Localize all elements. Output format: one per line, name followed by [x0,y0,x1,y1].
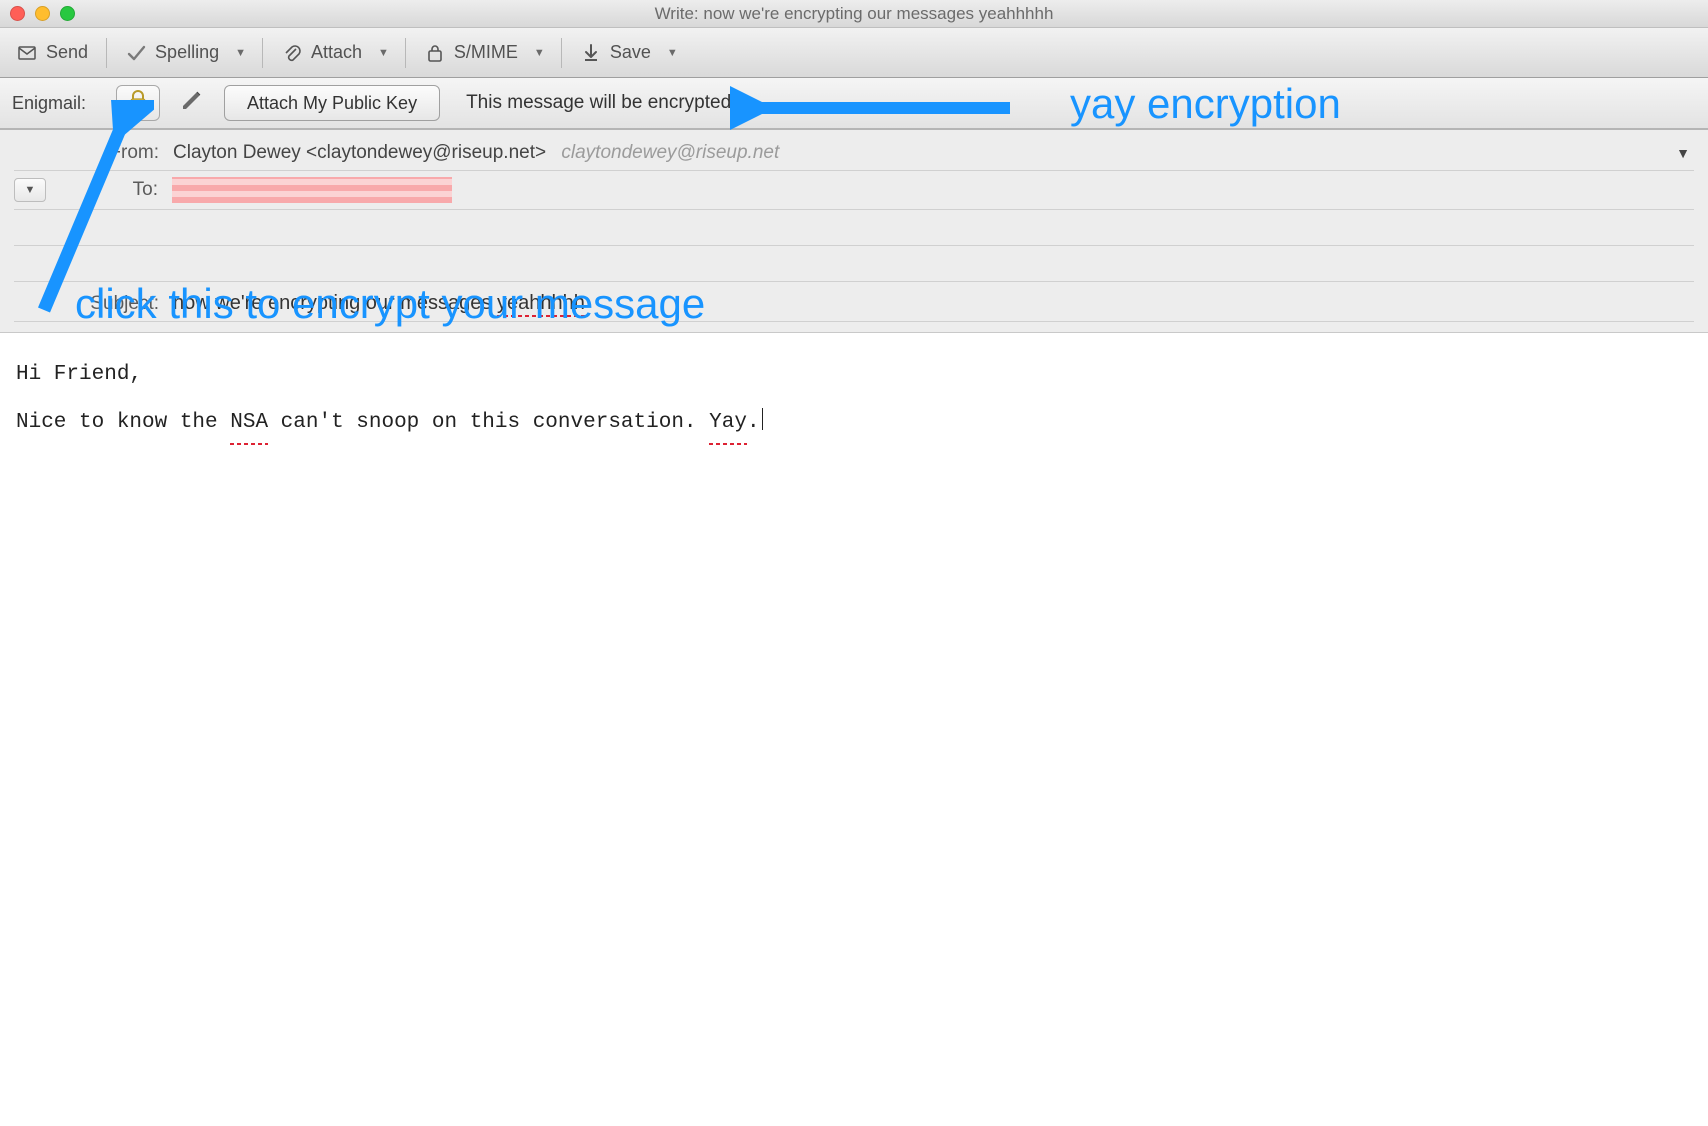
spelling-label: Spelling [155,42,219,63]
smime-dropdown[interactable]: ▼ [530,47,549,59]
separator [561,38,562,68]
subject-misspelled-word: yeahhhhh [497,292,585,315]
subject-label: Subject: [14,293,159,315]
attach-label: Attach [311,42,362,63]
separator [405,38,406,68]
separator [106,38,107,68]
message-body[interactable]: Hi Friend, Nice to know the NSA can't sn… [0,333,1708,465]
recipient-type-dropdown[interactable]: ▼ [14,178,46,202]
main-toolbar: Send Spelling ▼ Attach ▼ S/MIME ▼ Save ▼ [0,28,1708,78]
to-row: ▼ To: [14,170,1694,209]
to-field[interactable] [172,177,1694,203]
subject-underline [14,321,1694,322]
extra-recipient-row[interactable] [14,209,1694,245]
encryption-status-text: This message will be encrypted [466,92,731,114]
attach-public-key-button[interactable]: Attach My Public Key [224,85,440,121]
lock-icon [424,42,446,64]
send-label: Send [46,42,88,63]
subject-field[interactable]: now we're encrypting our messages yeahhh… [173,292,1694,315]
save-label: Save [610,42,651,63]
spelling-button[interactable]: Spelling [119,38,225,68]
misspelled-word: NSA [230,403,268,443]
zoom-window-button[interactable] [60,6,75,21]
minimize-window-button[interactable] [35,6,50,21]
body-line: Hi Friend, [16,355,1692,395]
send-button[interactable]: Send [10,38,94,68]
smime-button[interactable]: S/MIME [418,38,524,68]
to-label: To: [60,179,158,201]
extra-recipient-row[interactable] [14,245,1694,281]
misspelled-word: Yay [709,403,747,443]
from-label: From: [14,142,159,164]
close-window-button[interactable] [10,6,25,21]
redacted-recipient [172,177,452,203]
send-icon [16,42,38,64]
headers-panel: From: Clayton Dewey <claytondewey@riseup… [0,130,1708,333]
from-identity: Clayton Dewey <claytondewey@riseup.net> [173,142,546,163]
attach-public-key-label: Attach My Public Key [247,93,417,114]
separator [262,38,263,68]
save-icon [580,42,602,64]
enigmail-toolbar: Enigmail: ! Attach My Public Key This me… [0,78,1708,130]
from-dropdown[interactable]: ▼ [1676,145,1694,161]
window-title: Write: now we're encrypting our messages… [0,4,1708,24]
window-controls [10,6,75,21]
body-line: Nice to know the NSA can't snoop on this… [16,403,1692,443]
titlebar: Write: now we're encrypting our messages… [0,0,1708,28]
subject-text: now we're encrypting our messages [173,292,497,314]
svg-text:!: ! [144,104,147,113]
text-cursor [762,408,763,430]
from-row: From: Clayton Dewey <claytondewey@riseup… [14,136,1694,170]
enigmail-label: Enigmail: [12,93,102,114]
save-dropdown[interactable]: ▼ [663,47,682,59]
subject-row: Subject: now we're encrypting our messag… [14,281,1694,317]
paperclip-icon [281,42,303,64]
attach-button[interactable]: Attach [275,38,368,68]
from-address-ghost: claytondewey@riseup.net [561,142,779,163]
sign-toggle-button[interactable] [174,88,210,118]
spelling-dropdown[interactable]: ▼ [231,47,250,59]
encrypt-toggle-button[interactable]: ! [116,85,160,121]
padlock-icon: ! [125,88,151,119]
attach-dropdown[interactable]: ▼ [374,47,393,59]
smime-label: S/MIME [454,42,518,63]
check-icon [125,42,147,64]
save-button[interactable]: Save [574,38,657,68]
from-value[interactable]: Clayton Dewey <claytondewey@riseup.net> … [173,142,1662,164]
